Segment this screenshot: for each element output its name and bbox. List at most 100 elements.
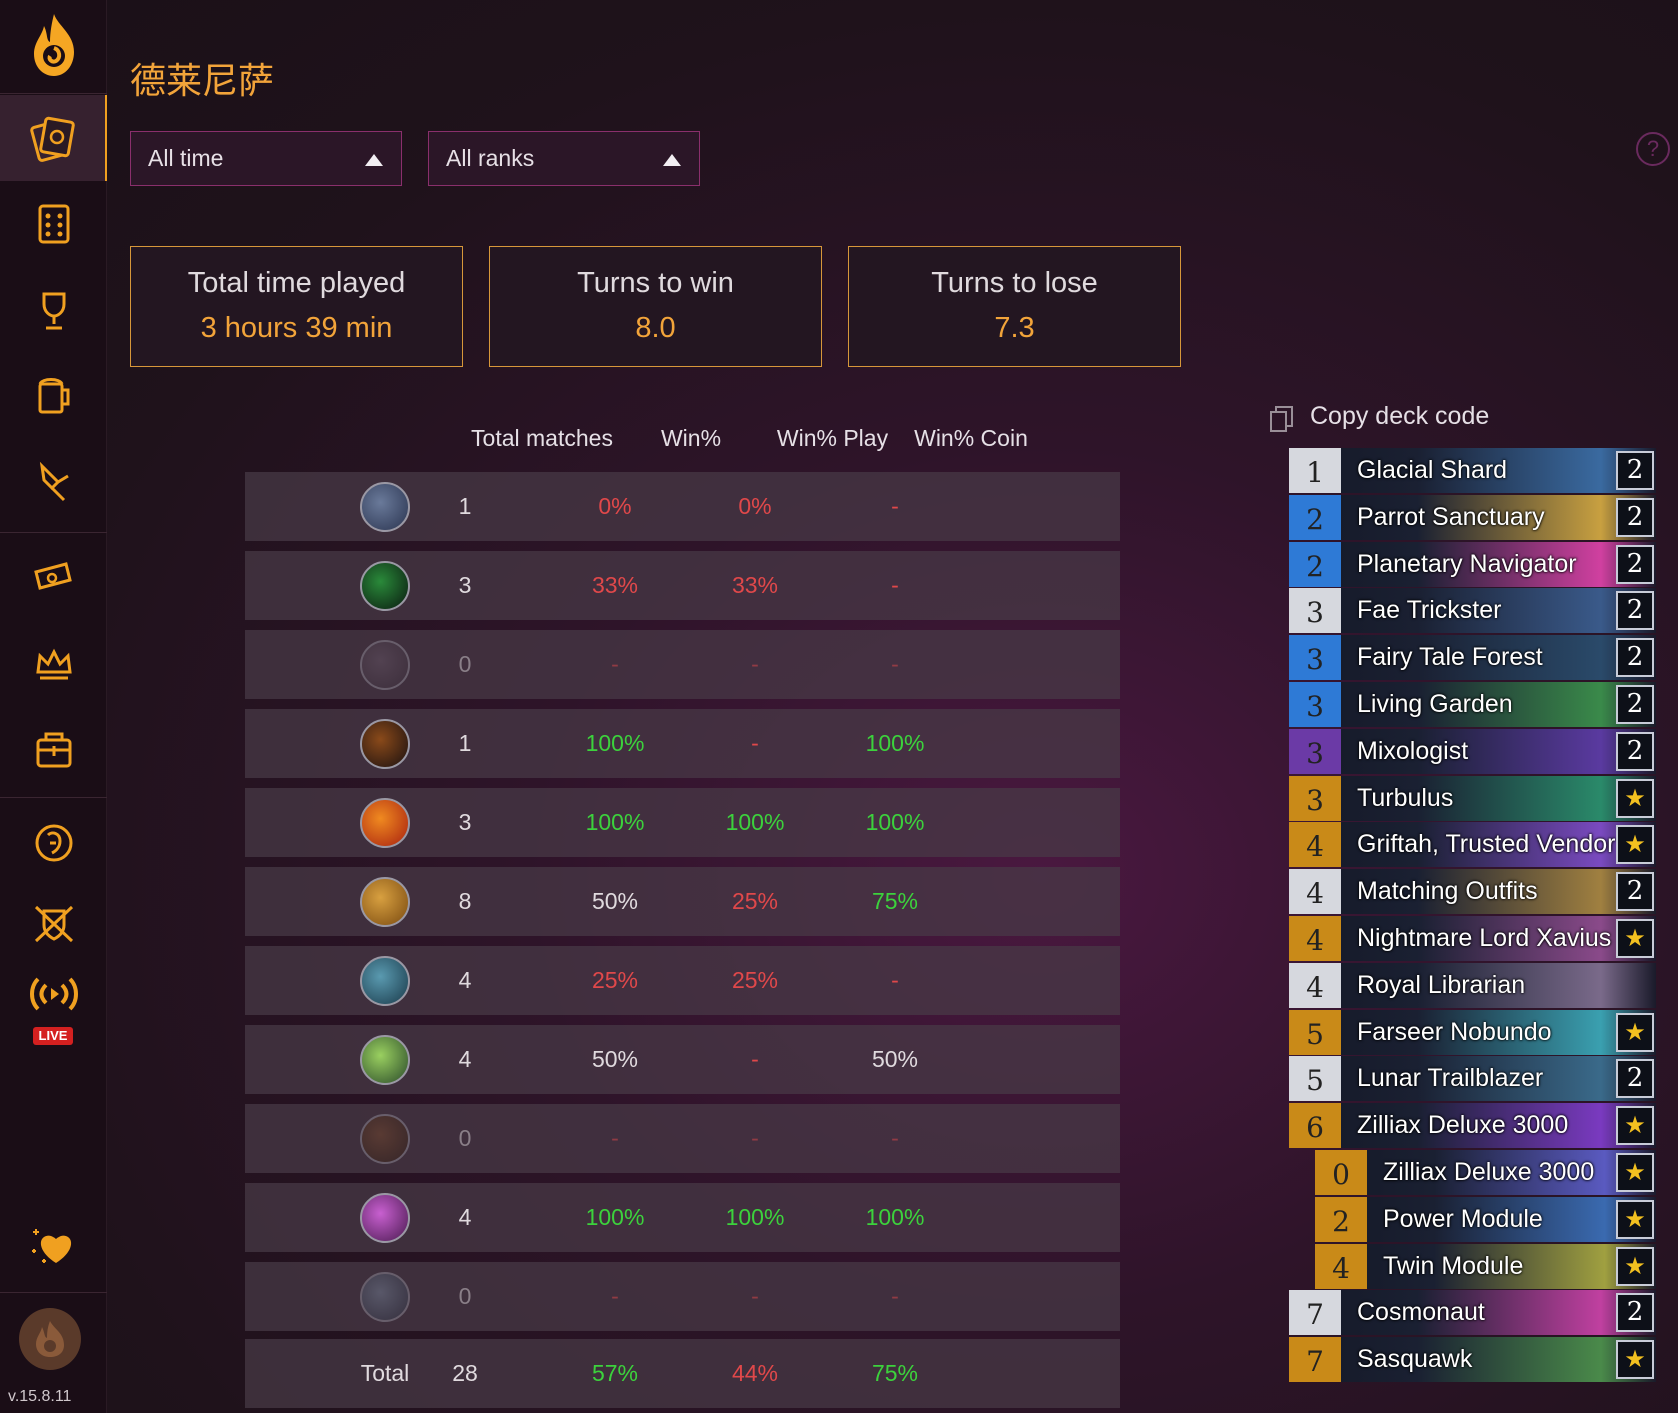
table-row: 3 33% 33% - (245, 551, 1120, 620)
hero-portrait-icon (360, 482, 410, 532)
nav-decks[interactable] (0, 95, 107, 181)
card-count: 2 (1616, 1059, 1654, 1099)
card-cost: 2 (1315, 1196, 1367, 1242)
card-name: Twin Module (1383, 1251, 1524, 1280)
help-button[interactable]: ? (1636, 132, 1670, 166)
nav-arena[interactable] (0, 535, 107, 621)
deck-card[interactable]: 3 Living Garden 2 (1289, 682, 1656, 727)
app-logo[interactable] (0, 0, 107, 90)
row-win: - (611, 1125, 619, 1151)
card-name: Zilliax Deluxe 3000 (1383, 1158, 1595, 1186)
card-count: 2 (1616, 685, 1654, 724)
stat-value: 7.3 (994, 312, 1035, 344)
sidebar: LIVE v.15.8.11 (0, 0, 107, 1413)
card-name: Griftah, Trusted Vendor (1357, 830, 1616, 859)
mug-icon (38, 378, 69, 414)
deck-card[interactable]: 5 Farseer Nobundo ★ (1289, 1009, 1656, 1055)
nav-profile[interactable] (0, 800, 107, 886)
deck-card[interactable]: 3 Fairy Tale Forest 2 (1289, 635, 1656, 681)
nav-battles[interactable] (0, 880, 107, 966)
deck-card[interactable]: 6 Zilliax Deluxe 3000 ★ (1289, 1103, 1656, 1149)
row-matches: 0 (458, 651, 472, 677)
row-coin: 100% (865, 809, 925, 835)
table-row: 4 100% 100% 100% (245, 1183, 1120, 1252)
hero-portrait-icon (360, 1035, 410, 1085)
deck-card[interactable]: 5 Lunar Trailblazer 2 (1289, 1056, 1656, 1102)
row-matches: 1 (458, 730, 472, 756)
card-name: Power Module (1383, 1204, 1543, 1233)
row-play: - (751, 1125, 759, 1151)
crossed-swords-shield-icon (34, 905, 73, 943)
deck-card[interactable]: 4 Royal Librarian (1289, 962, 1656, 1008)
legendary-star-icon: ★ (1616, 919, 1654, 958)
nav-live[interactable] (0, 960, 107, 1030)
legendary-star-icon: ★ (1616, 825, 1654, 865)
row-win: - (611, 1283, 619, 1309)
nav-battlegrounds[interactable] (0, 267, 107, 353)
time-filter-dropdown[interactable]: All time (130, 131, 402, 186)
card-name: Fae Trickster (1357, 596, 1502, 625)
row-matches: 4 (458, 1046, 472, 1072)
deck-card[interactable]: 4 Nightmare Lord Xavius ★ (1289, 916, 1656, 961)
nav-tavern[interactable] (0, 353, 107, 439)
row-coin: - (891, 967, 899, 993)
card-cost: 6 (1289, 1103, 1341, 1149)
row-play: 33% (731, 572, 779, 598)
stat-label: Turns to win (577, 267, 734, 299)
stat-label: Turns to lose (931, 267, 1098, 299)
row-play: 0% (738, 493, 772, 519)
nav-collection[interactable] (0, 181, 107, 267)
row-play: 25% (731, 888, 779, 914)
row-play: - (751, 1283, 759, 1309)
live-badge: LIVE (33, 1027, 73, 1045)
stat-label: Total time played (187, 267, 406, 299)
stat-value: 3 hours 39 min (200, 312, 393, 344)
legendary-star-icon: ★ (1616, 1246, 1654, 1286)
hero-portrait-icon (360, 877, 410, 927)
card-cost: 2 (1289, 494, 1341, 540)
deck-card[interactable]: 2 Parrot Sanctuary 2 (1289, 494, 1656, 540)
deck-card[interactable]: 3 Turbulus ★ (1289, 775, 1656, 821)
deck-card[interactable]: 7 Cosmonaut 2 (1289, 1290, 1656, 1336)
rank-filter-dropdown[interactable]: All ranks (428, 131, 700, 186)
card-name: Farseer Nobundo (1357, 1017, 1552, 1046)
deck-card[interactable]: 4 Griftah, Trusted Vendor ★ (1289, 822, 1656, 868)
deck-card[interactable]: 2 Planetary Navigator 2 (1289, 541, 1656, 587)
deck-card[interactable]: 4 Matching Outfits 2 (1289, 869, 1656, 915)
card-count: 2 (1616, 638, 1654, 678)
flame-logo-icon (33, 14, 74, 76)
deck-card[interactable]: 2 Power Module ★ (1315, 1196, 1656, 1242)
flame-avatar-icon (36, 1321, 64, 1357)
deck-card[interactable]: 1 Glacial Shard 2 (1289, 448, 1656, 493)
row-coin: - (891, 572, 899, 598)
card-cost: 5 (1289, 1009, 1341, 1055)
row-play: 25% (731, 967, 779, 993)
avatar[interactable] (19, 1308, 81, 1370)
deck-card[interactable]: 7 Sasquawk ★ (1289, 1337, 1656, 1383)
deck-card[interactable]: 3 Mixologist 2 (1289, 728, 1656, 774)
nav-duels[interactable] (0, 707, 107, 793)
deck-card[interactable]: 4 Twin Module ★ (1315, 1243, 1656, 1289)
chest-icon (36, 732, 71, 768)
card-name: Sasquawk (1357, 1345, 1473, 1374)
total-win: 57% (591, 1360, 639, 1386)
nav-mercenaries[interactable] (0, 439, 107, 525)
time-filter-value: All time (148, 145, 224, 171)
row-play: 100% (725, 1204, 785, 1230)
card-cost: 4 (1289, 916, 1341, 961)
legendary-star-icon: ★ (1616, 778, 1654, 818)
deck-card[interactable]: 0 Zilliax Deluxe 3000 ★ (1315, 1150, 1656, 1195)
total-play: 44% (731, 1360, 779, 1386)
card-cost: 3 (1289, 588, 1341, 634)
row-matches: 3 (458, 572, 472, 598)
legendary-star-icon: ★ (1616, 1153, 1654, 1192)
row-matches: 3 (458, 809, 472, 835)
card-name: Mixologist (1357, 736, 1469, 765)
row-play: - (751, 1046, 759, 1072)
card-name: Turbulus (1357, 783, 1454, 812)
row-matches: 4 (458, 1204, 472, 1230)
deck-card[interactable]: 3 Fae Trickster 2 (1289, 588, 1656, 634)
nav-support[interactable] (0, 1205, 107, 1285)
card-count: 2 (1616, 1293, 1654, 1333)
nav-ranked[interactable] (0, 621, 107, 707)
